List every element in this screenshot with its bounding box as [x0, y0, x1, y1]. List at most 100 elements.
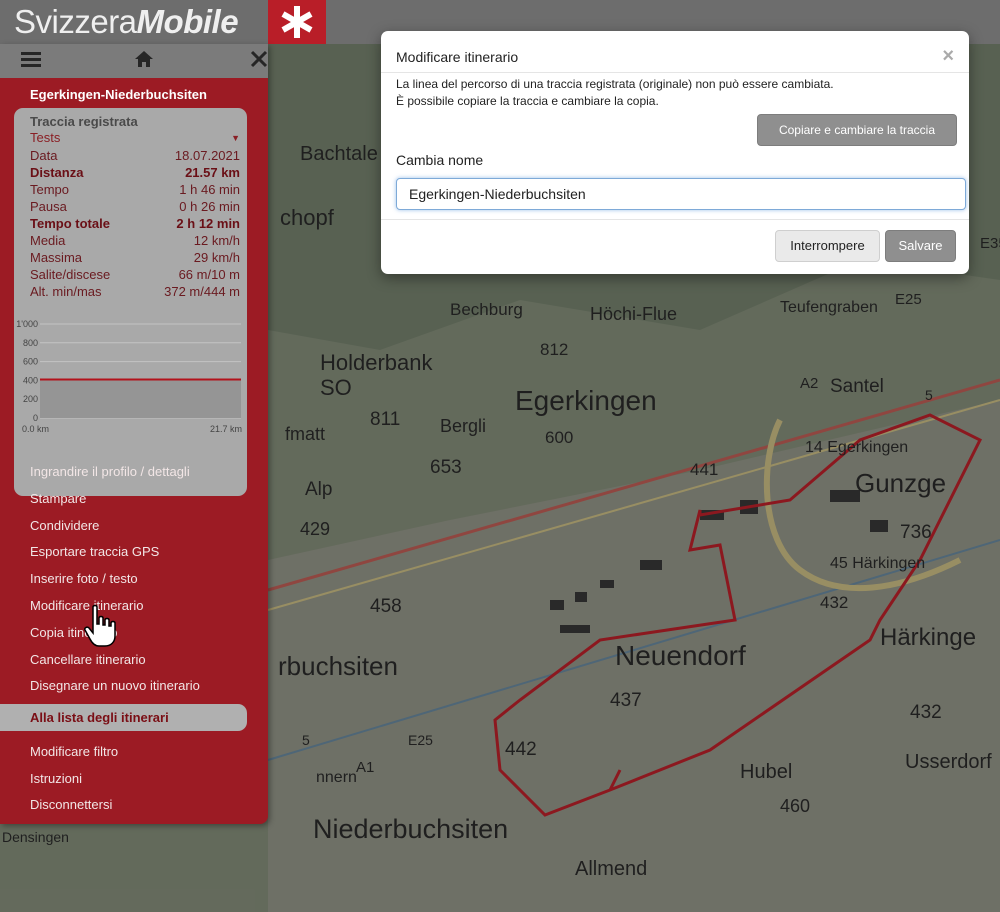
stat-row: Distanza 21.57 km — [30, 165, 240, 182]
profile-x-start-label: 0.0 km — [22, 424, 49, 434]
hand-cursor-icon — [84, 604, 116, 647]
stat-label: Distanza — [30, 165, 84, 180]
stat-row: Pausa 0 h 26 min — [30, 199, 240, 216]
map-label: Holderbank — [320, 350, 434, 375]
profile-y-tick-label: 200 — [23, 394, 38, 404]
stat-value: 12 km/h — [193, 233, 240, 248]
stat-row: Tempo totale 2 h 12 min — [30, 216, 240, 233]
stat-value: 0 h 26 min — [179, 199, 240, 214]
profile-y-tick-label: 400 — [23, 375, 38, 385]
menu-item[interactable]: Cancellare itinerario — [30, 652, 146, 667]
dialog-footer-divider — [381, 219, 969, 220]
track-stats: Data 18.07.2021 Distanza 21.57 km Tempo 1 h 4… — [30, 148, 240, 301]
map-label: 653 — [430, 457, 462, 478]
stat-label: Massima — [30, 250, 83, 265]
map-label: Bergli — [440, 416, 486, 436]
map-label: Egerkingen — [515, 385, 657, 416]
map-label: A1 — [356, 759, 374, 776]
close-icon[interactable] — [248, 50, 270, 72]
category-dropdown[interactable]: Tests ▼ — [30, 130, 240, 147]
menu-item[interactable]: Esportare traccia GPS — [30, 544, 159, 559]
map-label: 441 — [690, 460, 718, 479]
sidebar-toolbar — [0, 44, 268, 78]
stat-row: Media 12 km/h — [30, 233, 240, 250]
map-label: Usserdorf — [905, 751, 992, 773]
map-label: E25 — [895, 291, 922, 308]
menu-item[interactable]: Inserire foto / testo — [30, 571, 138, 586]
category-value: Tests — [30, 130, 61, 145]
stat-row: Salite/discese 66 m/10 m — [30, 267, 240, 284]
profile-y-tick-label: 800 — [23, 338, 38, 348]
elevation-area — [40, 379, 241, 418]
map-label: Neuendorf — [615, 640, 746, 671]
stat-label: Salite/discese — [30, 267, 111, 282]
menu-item[interactable]: Disconnettersi — [30, 797, 112, 812]
map-label: 460 — [780, 796, 810, 816]
map-label: Teufengraben — [780, 299, 878, 316]
map-label: 429 — [300, 519, 330, 539]
edit-itinerary-dialog: Modificare itinerario × La linea del per… — [381, 31, 969, 274]
stat-row: Alt. min/mas 372 m/444 m — [30, 284, 240, 301]
card-title: Traccia registrata — [30, 114, 138, 129]
map-label: Härkinge — [880, 624, 976, 651]
map-label: 432 — [910, 702, 942, 723]
swiss-cross-logo — [268, 0, 326, 44]
stat-value: 66 m/10 m — [178, 267, 240, 282]
dialog-close-icon[interactable]: × — [942, 45, 954, 68]
map-label: 736 — [900, 522, 932, 543]
menu-item[interactable]: Condividere — [30, 518, 99, 533]
map-label: 45 Härkingen — [830, 555, 925, 572]
map-label: 442 — [505, 739, 537, 760]
menu-item[interactable]: Modificare filtro — [30, 744, 118, 759]
map-label: 5 — [302, 732, 310, 748]
cancel-button[interactable]: Interrompere — [775, 230, 880, 262]
map-label: rbuchsiten — [278, 651, 398, 681]
profile-y-tick-label: 0 — [33, 413, 38, 423]
menu-item[interactable]: Ingrandire il profilo / dettagli — [30, 464, 190, 479]
hamburger-menu-icon[interactable] — [20, 50, 42, 72]
map-label: Alp — [305, 479, 332, 500]
itinerary-list-button[interactable]: Alla lista degli itinerari — [0, 704, 247, 731]
rename-label: Cambia nome — [396, 152, 484, 168]
map-label: Hubel — [740, 761, 792, 783]
app-logo: SvizzeraMobile — [14, 3, 239, 40]
map-label: 811 — [370, 409, 400, 430]
map-label: Höchi-Flue — [590, 304, 677, 324]
map-label: Bechburg — [450, 300, 523, 319]
menu-item[interactable]: Disegnare un nuovo itinerario — [30, 678, 200, 693]
menu-item[interactable]: Stampare — [30, 491, 86, 506]
map-label: Densingen — [2, 829, 69, 845]
map-label: E35 — [980, 235, 1000, 252]
stat-value: 1 h 46 min — [179, 182, 240, 197]
map-label: 458 — [370, 596, 402, 617]
dialog-title: Modificare itinerario — [396, 49, 519, 65]
map-label: Santel — [830, 376, 884, 397]
map-label: Allmend — [575, 858, 647, 880]
map-label: E25 — [408, 732, 433, 748]
map-label: Niederbuchsiten — [313, 814, 508, 844]
map-label: 14 Egerkingen — [805, 439, 908, 456]
copy-track-button[interactable]: Copiare e cambiare la traccia — [757, 114, 957, 146]
home-icon[interactable] — [133, 50, 155, 72]
map-label: 812 — [540, 340, 568, 359]
stat-value: 21.57 km — [185, 165, 240, 180]
map-label: 432 — [820, 593, 848, 612]
map-label: fmatt — [285, 424, 325, 444]
track-title: Egerkingen-Niederbuchsiten — [30, 87, 207, 102]
menu-item[interactable]: Istruzioni — [30, 771, 82, 786]
stat-value: 18.07.2021 — [174, 148, 240, 163]
map-label: 600 — [545, 428, 573, 447]
itinerary-list-label: Alla lista degli itinerari — [30, 710, 169, 725]
stat-label: Alt. min/mas — [30, 284, 102, 299]
track-info-card: Traccia registrata Tests ▼ Data 18.07.202… — [14, 108, 247, 496]
save-button[interactable]: Salvare — [885, 230, 956, 262]
map-label: A2 — [800, 375, 818, 392]
sidebar-panel: Egerkingen-Niederbuchsiten Traccia regis… — [0, 44, 268, 824]
stat-value: 372 m/444 m — [164, 284, 240, 299]
stat-label: Tempo — [30, 182, 70, 197]
itinerary-name-input[interactable] — [396, 178, 966, 210]
map-label: Gunzge — [855, 468, 946, 498]
map-label: Bachtale — [300, 143, 378, 165]
map-label: 5 — [925, 387, 933, 403]
profile-x-end-label: 21.7 km — [210, 424, 242, 434]
